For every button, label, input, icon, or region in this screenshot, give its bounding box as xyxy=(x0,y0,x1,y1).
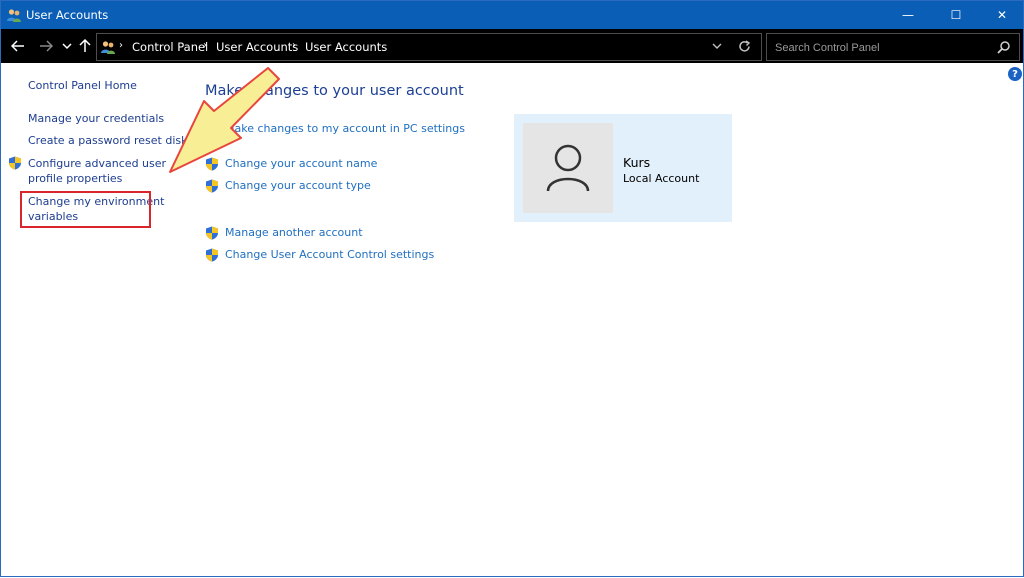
page-title: Make changes to your user account xyxy=(205,83,464,99)
close-button[interactable]: ✕ xyxy=(979,1,1024,29)
shield-icon xyxy=(206,248,218,262)
address-dropdown-button[interactable] xyxy=(709,33,725,59)
refresh-icon xyxy=(738,39,750,52)
navigation-bar: › Control Panel › User Accounts › User A… xyxy=(1,29,1023,63)
highlight-box xyxy=(20,191,151,228)
maximize-button[interactable]: ☐ xyxy=(933,1,979,29)
arrow-left-icon xyxy=(11,40,24,52)
forward-button[interactable] xyxy=(35,35,57,57)
chevron-down-icon xyxy=(712,43,722,49)
users-icon xyxy=(101,41,115,54)
shield-icon xyxy=(206,226,218,240)
change-account-type-link[interactable]: Change your account type xyxy=(225,179,371,192)
account-tile: Kurs Local Account xyxy=(514,114,732,222)
title-bar: User Accounts — ☐ ✕ xyxy=(1,1,1023,29)
configure-advanced-profile-link[interactable]: Configure advanced user profile properti… xyxy=(28,156,166,186)
help-icon[interactable]: ? xyxy=(1008,67,1022,81)
search-input[interactable] xyxy=(773,38,991,58)
arrow-right-icon xyxy=(40,40,53,52)
pc-settings-link[interactable]: Make changes to my account in PC setting… xyxy=(225,122,465,135)
breadcrumb-separator[interactable]: › xyxy=(203,40,207,51)
window-title: User Accounts xyxy=(26,8,109,22)
user-accounts-window: User Accounts — ☐ ✕ › Control Panel › Us… xyxy=(0,0,1024,577)
users-icon xyxy=(7,9,21,22)
breadcrumb-separator[interactable]: › xyxy=(292,40,296,51)
chevron-down-icon xyxy=(62,42,72,49)
user-avatar-icon xyxy=(546,144,590,192)
address-bar[interactable]: › Control Panel › User Accounts › User A… xyxy=(96,33,762,61)
change-account-name-link[interactable]: Change your account name xyxy=(225,157,377,170)
manage-another-account-link[interactable]: Manage another account xyxy=(225,226,363,239)
up-button[interactable] xyxy=(76,35,94,57)
link-line: profile properties xyxy=(28,172,123,185)
refresh-button[interactable] xyxy=(735,33,753,59)
annotation-arrow xyxy=(169,67,280,173)
minimize-button[interactable]: — xyxy=(885,1,931,29)
shield-icon xyxy=(9,156,21,170)
recent-locations-button[interactable] xyxy=(59,35,75,57)
link-line: Configure advanced user xyxy=(28,157,167,170)
shield-icon xyxy=(206,157,218,171)
create-password-reset-disk-link[interactable]: Create a password reset disk xyxy=(28,133,188,148)
breadcrumb-control-panel[interactable]: Control Panel xyxy=(132,40,208,54)
breadcrumb-user-accounts-current[interactable]: User Accounts xyxy=(305,40,387,54)
control-panel-home-link[interactable]: Control Panel Home xyxy=(28,78,137,93)
back-button[interactable] xyxy=(7,35,29,57)
arrow-up-icon xyxy=(79,39,91,52)
manage-credentials-link[interactable]: Manage your credentials xyxy=(28,111,164,126)
breadcrumb-separator[interactable]: › xyxy=(119,40,123,51)
search-icon[interactable] xyxy=(997,40,1011,54)
account-type: Local Account xyxy=(623,172,700,185)
avatar xyxy=(523,123,613,213)
shield-icon xyxy=(206,179,218,193)
breadcrumb-user-accounts[interactable]: User Accounts xyxy=(216,40,298,54)
uac-settings-link[interactable]: Change User Account Control settings xyxy=(225,248,434,261)
search-box[interactable] xyxy=(766,33,1020,61)
account-name: Kurs xyxy=(623,155,651,170)
